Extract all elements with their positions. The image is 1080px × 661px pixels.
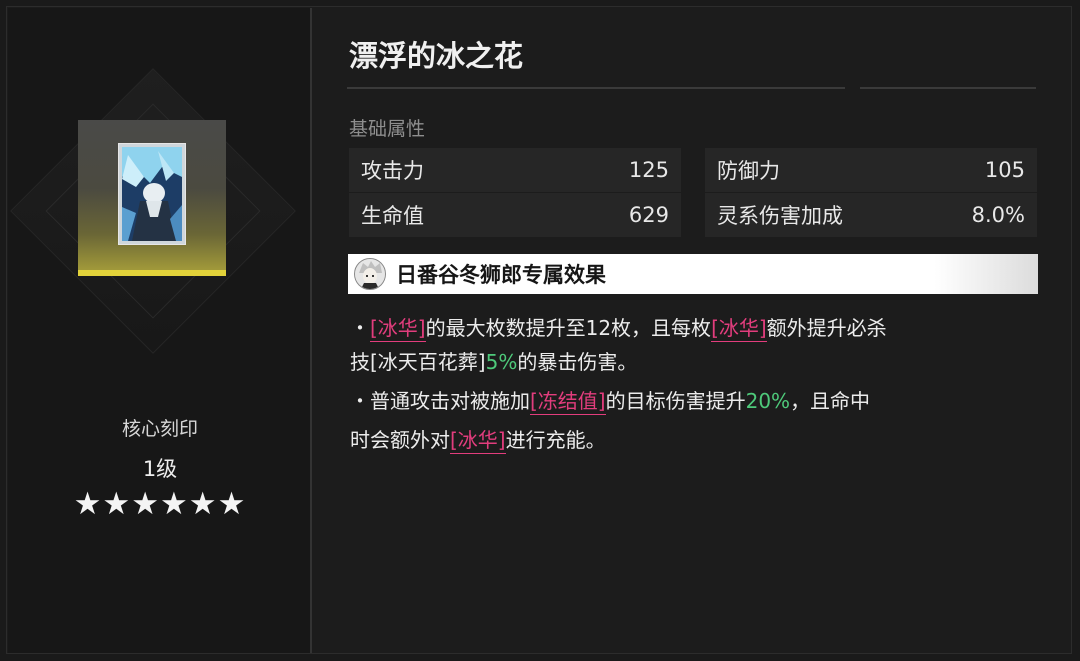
basic-stats-label: 基础属性 bbox=[349, 118, 426, 140]
keyword-ice-flower[interactable]: [冰华] bbox=[450, 428, 506, 454]
keyword-freeze-value[interactable]: [冻结值] bbox=[530, 389, 606, 415]
effect-line-4: 时会额外对[冰华]进行充能。 bbox=[350, 424, 1040, 457]
exclusive-effect-header: 日番谷冬狮郎专属效果 bbox=[348, 254, 1038, 294]
rarity-bar bbox=[78, 270, 226, 276]
stat-attack: 攻击力 125 bbox=[349, 148, 681, 192]
stat-value: 629 bbox=[628, 203, 669, 227]
effect-text: 进行充能。 bbox=[505, 428, 606, 452]
effect-line-3: ・普通攻击对被施加[冻结值]的目标伤害提升20%，且命中 bbox=[350, 385, 1040, 418]
stat-defense: 防御力 105 bbox=[705, 148, 1037, 192]
stat-hp: 生命值 629 bbox=[349, 193, 681, 237]
imprint-label: 核心刻印 bbox=[121, 418, 198, 440]
effect-text: 的最大枚数提升至12枚，且每枚 bbox=[425, 316, 712, 340]
effect-text: 时会额外对 bbox=[350, 428, 450, 452]
title-divider bbox=[347, 87, 845, 89]
stat-spirit-dmg-bonus: 灵系伤害加成 8.0% bbox=[705, 193, 1037, 237]
character-card-icon bbox=[118, 143, 186, 245]
effect-text: 的暴击伤害。 bbox=[517, 350, 638, 374]
effect-text: ，且命中 bbox=[790, 389, 871, 413]
title-divider-right bbox=[860, 87, 1036, 89]
keyword-ice-flower[interactable]: [冰华] bbox=[370, 316, 426, 342]
stat-name: 生命值 bbox=[361, 204, 424, 228]
item-title: 漂浮的冰之花 bbox=[349, 39, 524, 73]
stat-name: 防御力 bbox=[717, 159, 780, 183]
effect-text: 额外提升必杀 bbox=[766, 316, 887, 340]
percent-value: 20% bbox=[745, 389, 791, 413]
stat-value: 125 bbox=[628, 158, 669, 182]
bullet: ・ bbox=[350, 316, 370, 340]
percent-value: 5% bbox=[485, 350, 518, 374]
star-rating: ★★★★★★ bbox=[73, 486, 247, 522]
effect-text: 普通攻击对被施加 bbox=[370, 389, 530, 413]
keyword-ice-flower[interactable]: [冰华] bbox=[711, 316, 767, 342]
stat-name: 灵系伤害加成 bbox=[717, 204, 843, 228]
stat-name: 攻击力 bbox=[361, 159, 424, 183]
stat-value: 105 bbox=[984, 158, 1025, 182]
character-avatar-icon bbox=[354, 258, 386, 290]
exclusive-effect-title: 日番谷冬狮郎专属效果 bbox=[396, 263, 606, 287]
effect-line-1: ・[冰华]的最大枚数提升至12枚，且每枚[冰华]额外提升必杀 bbox=[350, 312, 1040, 345]
bullet: ・ bbox=[350, 389, 370, 413]
effect-text: 技[冰天百花葬] bbox=[350, 350, 486, 374]
effect-line-2: 技[冰天百花葬]5%的暴击伤害。 bbox=[350, 346, 1040, 379]
stat-value: 8.0% bbox=[971, 203, 1025, 227]
effect-text: 的目标伤害提升 bbox=[605, 389, 746, 413]
imprint-level: 1级 bbox=[142, 457, 178, 481]
